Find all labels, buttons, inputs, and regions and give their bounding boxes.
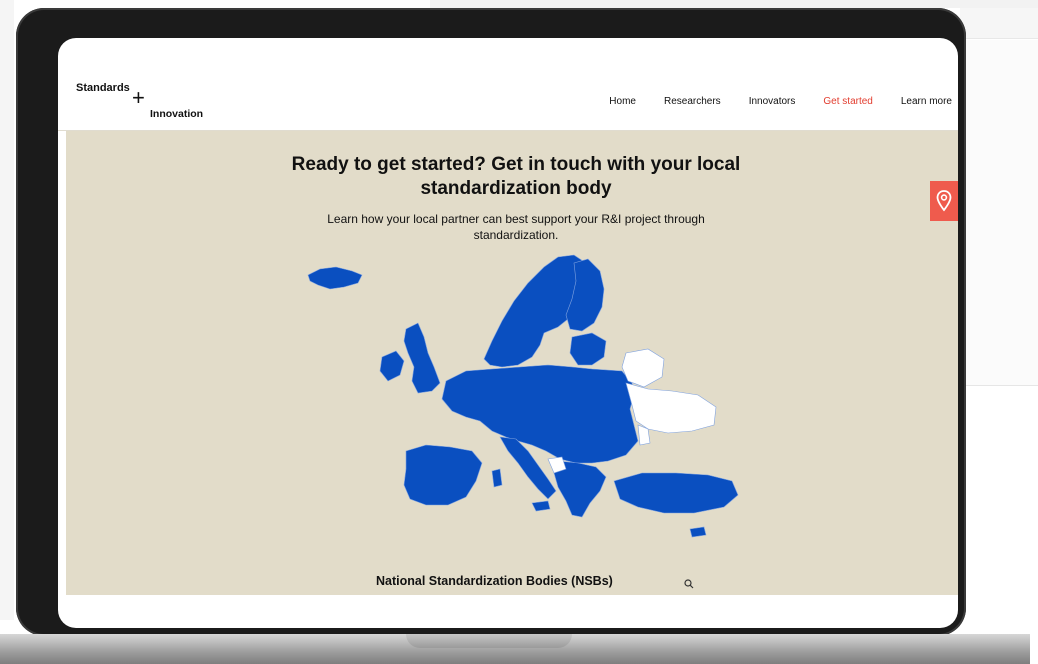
background-panel: [962, 40, 1038, 386]
map-country: [403, 444, 483, 506]
map-country: [689, 526, 707, 538]
site-logo[interactable]: Standards + Innovation: [76, 82, 236, 122]
laptop-notch: [406, 634, 572, 648]
site-header: Standards + Innovation Home Researchers …: [58, 60, 958, 131]
nav-innovators[interactable]: Innovators: [749, 96, 796, 107]
map-country: [569, 332, 607, 366]
background-strip: [430, 0, 1038, 8]
map-country-non-member: [621, 348, 665, 388]
map-country: [613, 472, 739, 514]
background-strip: [960, 8, 1038, 39]
map-country: [307, 266, 363, 290]
nav-home[interactable]: Home: [609, 96, 636, 107]
laptop-lid: Standards + Innovation Home Researchers …: [16, 8, 966, 636]
logo-line-1: Standards: [76, 82, 130, 94]
nav-researchers[interactable]: Researchers: [664, 96, 721, 107]
page-title: Ready to get started? Get in touch with …: [291, 154, 741, 199]
map-country: [441, 364, 639, 464]
search-icon: [684, 579, 694, 589]
map-country: [379, 350, 405, 382]
logo-line-2: Innovation: [150, 108, 204, 120]
nsb-heading: National Standardization Bodies (NSBs): [376, 574, 613, 588]
map-country: [491, 468, 503, 488]
location-pin-icon: [936, 190, 952, 212]
laptop-screen: Standards + Innovation Home Researchers …: [58, 38, 958, 628]
background-strip: [0, 0, 14, 620]
map-country: [403, 322, 441, 394]
map-country: [531, 500, 551, 512]
main-nav: Home Researchers Innovators Get started …: [609, 96, 952, 107]
logo-plus: +: [132, 85, 145, 110]
nav-get-started[interactable]: Get started: [823, 96, 872, 107]
nav-learn-more[interactable]: Learn more: [901, 96, 952, 107]
content-section: Ready to get started? Get in touch with …: [66, 131, 958, 595]
nsb-search-row: National Standardization Bodies (NSBs): [366, 574, 706, 594]
europe-map[interactable]: [296, 249, 756, 539]
page-subtitle: Learn how your local partner can best su…: [327, 212, 705, 242]
location-pin-button[interactable]: [930, 181, 958, 221]
search-button[interactable]: [684, 576, 694, 594]
